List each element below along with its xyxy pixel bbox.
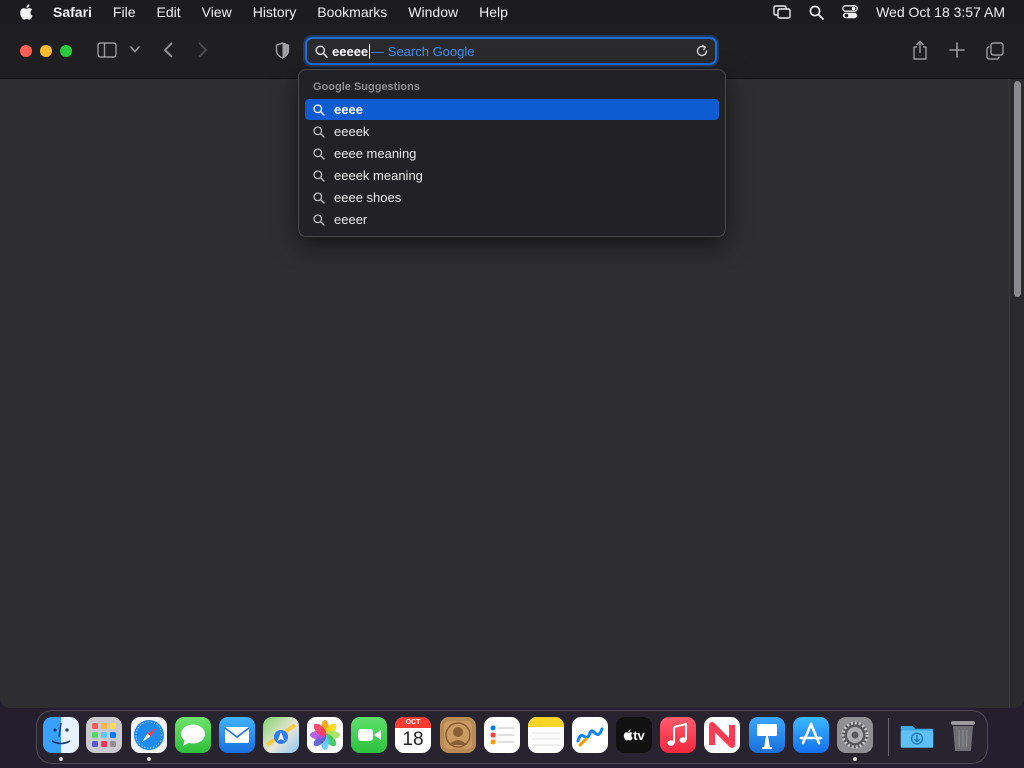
menu-app-name[interactable]: Safari (53, 4, 92, 20)
share-icon[interactable] (912, 40, 928, 60)
dock-maps-icon[interactable] (263, 717, 299, 753)
menu-clock[interactable]: Wed Oct 18 3:57 AM (876, 4, 1005, 20)
dock-mail-icon[interactable] (219, 717, 255, 753)
suggestion-item[interactable]: eeee (305, 99, 719, 120)
suggestion-text: eeeek (334, 124, 370, 139)
dock-freeform-icon[interactable] (572, 717, 608, 753)
dock-downloads-folder-icon[interactable] (899, 717, 935, 753)
address-bar[interactable]: eeeee — Search Google (305, 37, 717, 65)
suggestion-text: eeeer (334, 212, 368, 227)
search-icon (313, 147, 327, 160)
suggestion-item[interactable]: eeee shoes (305, 187, 719, 208)
menu-edit[interactable]: Edit (156, 4, 180, 20)
suggestion-item[interactable]: eeeek meaning (305, 165, 719, 186)
tab-overview-icon[interactable] (986, 42, 1004, 60)
suggestion-text: eeeek meaning (334, 168, 423, 183)
search-icon (313, 125, 327, 138)
search-icon (313, 103, 327, 116)
dock-news-icon[interactable] (704, 717, 740, 753)
apple-menu-icon[interactable] (19, 4, 33, 20)
dock-running-indicator (853, 757, 857, 761)
address-bar-completion-hint: — Search Google (371, 43, 475, 59)
search-icon (313, 169, 327, 182)
suggestion-item[interactable]: eeee meaning (305, 143, 719, 164)
calendar-month: OCT (395, 717, 431, 728)
reload-icon[interactable] (695, 44, 709, 58)
spotlight-search-icon[interactable] (809, 5, 824, 20)
dock-finder-icon[interactable] (43, 717, 79, 753)
control-center-icon[interactable] (842, 5, 858, 19)
menu-window[interactable]: Window (408, 4, 458, 20)
privacy-report-shield-icon[interactable] (275, 42, 290, 59)
zoom-window-button[interactable] (60, 45, 72, 57)
new-tab-icon[interactable] (949, 42, 965, 58)
back-icon[interactable] (163, 42, 173, 58)
dock-trash-icon[interactable] (945, 717, 981, 753)
menu-bookmarks[interactable]: Bookmarks (317, 4, 387, 20)
dock-messages-icon[interactable] (175, 717, 211, 753)
tab-group-chevron-icon[interactable] (130, 46, 140, 53)
search-suggestions-dropdown: Google Suggestions eeee eeeek eeee meani… (298, 69, 726, 237)
tv-label: tv (633, 727, 645, 743)
scrollbar-thumb[interactable] (1014, 81, 1021, 297)
menu-file[interactable]: File (113, 4, 136, 20)
dock-tv-icon[interactable]: tv (616, 717, 652, 753)
dock-notes-icon[interactable] (528, 717, 564, 753)
text-caret (369, 43, 371, 59)
calendar-day: 18 (402, 729, 424, 750)
suggestion-text: eeee (334, 102, 363, 117)
dock-photos-icon[interactable] (307, 717, 343, 753)
suggestion-item[interactable]: eeeek (305, 121, 719, 142)
menu-view[interactable]: View (202, 4, 232, 20)
search-icon (315, 44, 328, 58)
dock-reminders-icon[interactable] (484, 717, 520, 753)
suggestion-text: eeee meaning (334, 146, 417, 161)
menu-history[interactable]: History (253, 4, 297, 20)
dock-facetime-icon[interactable] (351, 717, 387, 753)
menu-help[interactable]: Help (479, 4, 508, 20)
dock-contacts-icon[interactable] (440, 717, 476, 753)
forward-icon[interactable] (198, 42, 208, 58)
address-bar-typed-text[interactable]: eeeee (332, 44, 368, 59)
close-window-button[interactable] (20, 45, 32, 57)
search-icon (313, 191, 327, 204)
menu-bar: Safari File Edit View History Bookmarks … (0, 0, 1024, 24)
suggestion-item[interactable]: eeeer (305, 209, 719, 230)
minimize-window-button[interactable] (40, 45, 52, 57)
dock-music-icon[interactable] (660, 717, 696, 753)
dock-running-indicator (147, 757, 151, 761)
screen-mirroring-icon[interactable] (773, 5, 791, 19)
dock-calendar-icon[interactable]: OCT 18 (395, 717, 431, 753)
suggestions-header: Google Suggestions (313, 81, 420, 93)
dock-safari-icon[interactable] (131, 717, 167, 753)
search-icon (313, 213, 327, 226)
dock-app-store-icon[interactable] (793, 717, 829, 753)
suggestion-text: eeee shoes (334, 190, 402, 205)
sidebar-toggle-icon[interactable] (97, 42, 117, 58)
dock-system-settings-icon[interactable] (837, 717, 873, 753)
dock-launchpad-icon[interactable] (86, 717, 122, 753)
dock-keynote-icon[interactable] (749, 717, 785, 753)
dock-running-indicator (59, 757, 63, 761)
dock-separator (888, 718, 889, 756)
